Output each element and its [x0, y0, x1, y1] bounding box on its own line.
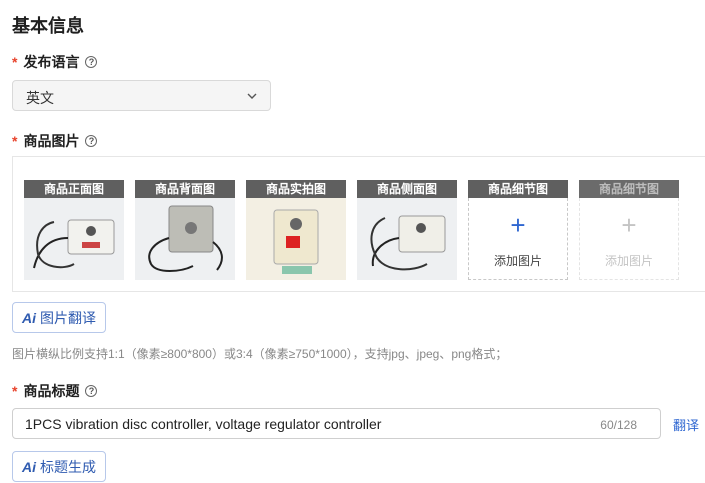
add-image-label: 添加图片	[604, 254, 653, 268]
help-icon[interactable]: ?	[85, 56, 98, 68]
ai-icon: Ai	[22, 458, 36, 475]
image-translate-label: 图片翻译	[40, 309, 96, 326]
help-icon[interactable]: ?	[85, 385, 98, 397]
language-select-value: 英文	[26, 90, 54, 106]
image-slot-title: 商品细节图	[468, 180, 568, 198]
detail-image-upload-disabled: 商品细节图 + 添加图片	[579, 180, 679, 280]
language-select[interactable]: 英文	[12, 80, 271, 111]
image-slot-title: 商品背面图	[135, 180, 235, 198]
product-photo	[357, 198, 457, 280]
image-slot-back[interactable]: 商品背面图	[135, 180, 235, 280]
generate-title-button[interactable]: Ai 标题生成	[12, 451, 106, 482]
ai-icon: Ai	[22, 309, 36, 326]
title-label: 商品标题	[23, 383, 80, 399]
product-photo	[135, 198, 235, 280]
plus-icon: +	[510, 210, 526, 240]
product-photo	[246, 198, 346, 280]
required-mark: *	[12, 383, 18, 399]
image-translate-button[interactable]: Ai 图片翻译	[12, 302, 106, 333]
generate-title-label: 标题生成	[40, 458, 96, 475]
product-title-input[interactable]: 1PCS vibration disc controller, voltage …	[12, 408, 661, 439]
image-slot-title: 商品细节图	[579, 180, 679, 198]
required-mark: *	[12, 54, 18, 70]
title-label-row: * 商品标题 ?	[12, 381, 98, 401]
translate-link[interactable]: 翻译	[673, 415, 699, 434]
required-mark: *	[12, 133, 18, 149]
image-format-hint: 图片横纵比例支持1:1（像素≥800*800）或3:4（像素≥750*1000）…	[12, 347, 508, 361]
image-slot-real[interactable]: 商品实拍图	[246, 180, 346, 280]
image-slot-side[interactable]: 商品侧面图	[357, 180, 457, 280]
image-slot-title: 商品正面图	[24, 180, 124, 198]
image-slot-title: 商品侧面图	[357, 180, 457, 198]
chevron-down-icon	[247, 93, 257, 99]
images-label: 商品图片	[23, 133, 80, 149]
images-label-row: * 商品图片 ?	[12, 131, 98, 151]
image-slot-front[interactable]: 商品正面图	[24, 180, 124, 280]
product-photo	[24, 198, 124, 280]
language-label-row: * 发布语言 ?	[12, 52, 98, 72]
add-image-label: 添加图片	[493, 254, 542, 268]
detail-image-upload[interactable]: 商品细节图 + 添加图片	[468, 180, 568, 280]
image-slot-title: 商品实拍图	[246, 180, 346, 198]
plus-icon: +	[621, 210, 637, 240]
language-label: 发布语言	[23, 54, 80, 70]
char-count: 60/128	[600, 418, 637, 432]
product-title-value: 1PCS vibration disc controller, voltage …	[25, 416, 382, 432]
section-title: 基本信息	[12, 16, 84, 36]
help-icon[interactable]: ?	[85, 135, 98, 147]
